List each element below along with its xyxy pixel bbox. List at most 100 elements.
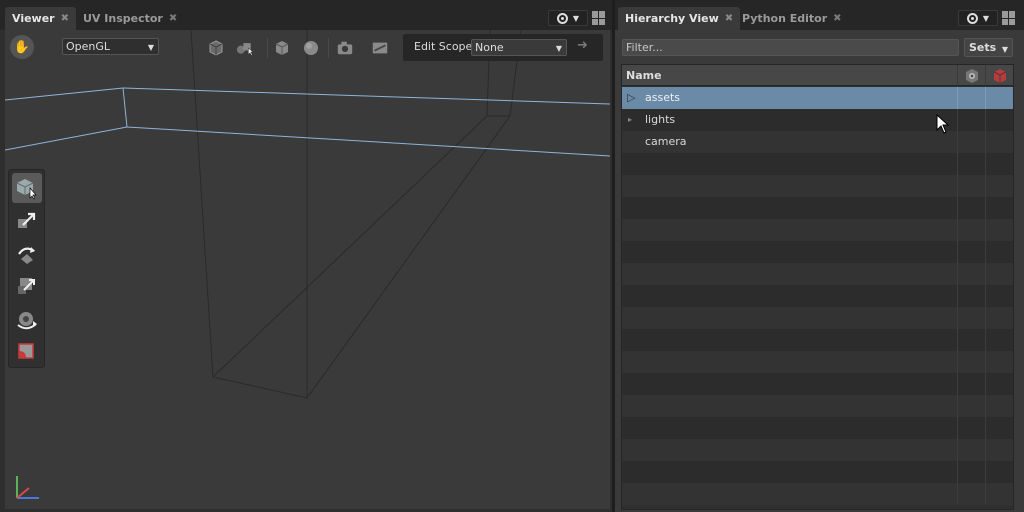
tree-row-empty[interactable] <box>622 197 1013 219</box>
hierarchy-tabbar: Hierarchy View ✖ Python Editor ✖ ▼ <box>615 0 1024 30</box>
tree-row-empty[interactable] <box>622 219 1013 241</box>
tab-uv-inspector[interactable]: UV Inspector ✖ <box>76 7 184 30</box>
column-divider <box>957 461 958 483</box>
tree-row-1[interactable]: ▸ lights <box>622 109 1013 131</box>
tree-row-empty[interactable] <box>622 329 1013 351</box>
toolbar-separator <box>267 38 268 58</box>
tab-viewer[interactable]: Viewer ✖ <box>5 7 76 30</box>
box-view-icon[interactable] <box>207 39 225 57</box>
panel-pin-button[interactable]: ▼ <box>548 10 588 26</box>
column-header-name[interactable]: Name <box>626 69 662 82</box>
translate-tool[interactable] <box>12 206 42 236</box>
tree-row-label: assets <box>645 91 681 104</box>
column-divider <box>985 329 986 351</box>
column-divider <box>985 373 986 395</box>
column-divider <box>957 417 958 439</box>
tree-row-empty[interactable] <box>622 307 1013 329</box>
close-icon[interactable]: ✖ <box>61 13 69 24</box>
arrow-right-icon[interactable]: ➜ <box>577 38 588 53</box>
tree-row-label: lights <box>645 113 676 126</box>
tab-uv-inspector-label: UV Inspector <box>83 12 163 25</box>
scale-tool[interactable] <box>12 272 42 302</box>
edit-scope-value: None <box>475 41 504 54</box>
tree-row-2[interactable]: camera <box>622 131 1013 153</box>
viewer-tab-tools: ▼ <box>548 10 606 26</box>
column-divider <box>957 219 958 241</box>
target-icon <box>966 12 978 24</box>
column-divider <box>985 285 986 307</box>
hierarchy-tab-tools: ▼ <box>958 10 1016 26</box>
sets-label: Sets <box>969 41 997 54</box>
column-divider <box>985 131 986 153</box>
column-divider <box>957 109 958 131</box>
viewer-toolbar: ✋ OpenGL ▼ Edit Scope None ▼ ➜ <box>5 30 610 64</box>
tree-row-empty[interactable] <box>622 285 1013 307</box>
viewport[interactable]: ✋ OpenGL ▼ Edit Scope None ▼ ➜ <box>5 30 610 509</box>
camera-tool[interactable] <box>12 305 42 335</box>
layout-grid-icon[interactable] <box>592 11 606 25</box>
column-divider <box>957 263 958 285</box>
hierarchy-body: Sets ▼ Name ▷ assets ▸ lights camera <box>615 30 1024 512</box>
viewer-tabbar: Viewer ✖ UV Inspector ✖ ▼ <box>0 0 612 30</box>
tree-row-empty[interactable] <box>622 483 1013 505</box>
close-icon[interactable]: ✖ <box>725 13 733 24</box>
tree-row-empty[interactable] <box>622 461 1013 483</box>
column-divider <box>985 109 986 131</box>
filter-input[interactable] <box>622 39 959 56</box>
tree-row-empty[interactable] <box>622 241 1013 263</box>
tree-row-empty[interactable] <box>622 351 1013 373</box>
tab-python-editor-label: Python Editor <box>742 12 828 25</box>
red-cube-icon[interactable] <box>985 65 1013 86</box>
tree-row-label: camera <box>645 135 687 148</box>
tree-row-empty[interactable] <box>622 395 1013 417</box>
edit-scope-select[interactable]: None ▼ <box>471 39 567 56</box>
column-divider <box>985 395 986 417</box>
crop-tool[interactable] <box>12 336 42 366</box>
column-divider <box>985 263 986 285</box>
tree-row-empty[interactable] <box>622 263 1013 285</box>
tree-row-empty[interactable] <box>622 373 1013 395</box>
column-divider <box>957 153 958 175</box>
select-tool[interactable] <box>12 173 42 203</box>
expand-arrow-icon[interactable]: ▷ <box>627 91 635 104</box>
scene-wireframe <box>5 30 610 399</box>
close-icon[interactable]: ✖ <box>833 13 841 24</box>
visibility-cube-icon[interactable] <box>957 65 985 86</box>
expand-arrow-icon[interactable]: ▸ <box>628 115 632 124</box>
panel-pin-button[interactable]: ▼ <box>958 10 998 26</box>
column-divider <box>957 439 958 461</box>
hand-icon[interactable]: ✋ <box>10 35 34 59</box>
column-divider <box>985 351 986 373</box>
tree-row-empty[interactable] <box>622 439 1013 461</box>
column-divider <box>985 307 986 329</box>
camera-icon[interactable] <box>336 39 354 57</box>
column-divider <box>957 351 958 373</box>
chevron-down-icon: ▼ <box>982 13 990 23</box>
sphere-icon[interactable] <box>302 39 320 57</box>
tree-row-empty[interactable] <box>622 153 1013 175</box>
tree-row-0[interactable]: ▷ assets <box>622 87 1013 109</box>
column-divider <box>957 131 958 153</box>
tab-hierarchy-view[interactable]: Hierarchy View ✖ <box>618 7 741 30</box>
shapes-icon[interactable] <box>236 39 254 57</box>
column-divider <box>985 483 986 505</box>
display-options-icon[interactable] <box>371 39 389 57</box>
tree-row-empty[interactable] <box>622 175 1013 197</box>
column-divider <box>957 395 958 417</box>
renderer-select[interactable]: OpenGL ▼ <box>62 38 159 55</box>
close-icon[interactable]: ✖ <box>169 13 177 24</box>
column-divider <box>985 241 986 263</box>
tab-python-editor[interactable]: Python Editor ✖ <box>735 7 849 30</box>
viewer-panel: Viewer ✖ UV Inspector ✖ ▼ ✋ OpenGL ▼ Edi… <box>0 0 612 512</box>
chevron-down-icon: ▼ <box>572 13 580 23</box>
rotate-tool[interactable] <box>12 239 42 269</box>
column-divider <box>957 483 958 505</box>
column-divider <box>957 285 958 307</box>
cube-icon[interactable] <box>273 39 291 57</box>
edit-scope: Edit Scope None ▼ ➜ <box>403 34 603 61</box>
sets-button[interactable]: Sets ▼ <box>964 38 1013 57</box>
column-divider <box>957 87 958 109</box>
tree-row-empty[interactable] <box>622 417 1013 439</box>
column-divider <box>957 175 958 197</box>
layout-grid-icon[interactable] <box>1002 11 1016 25</box>
